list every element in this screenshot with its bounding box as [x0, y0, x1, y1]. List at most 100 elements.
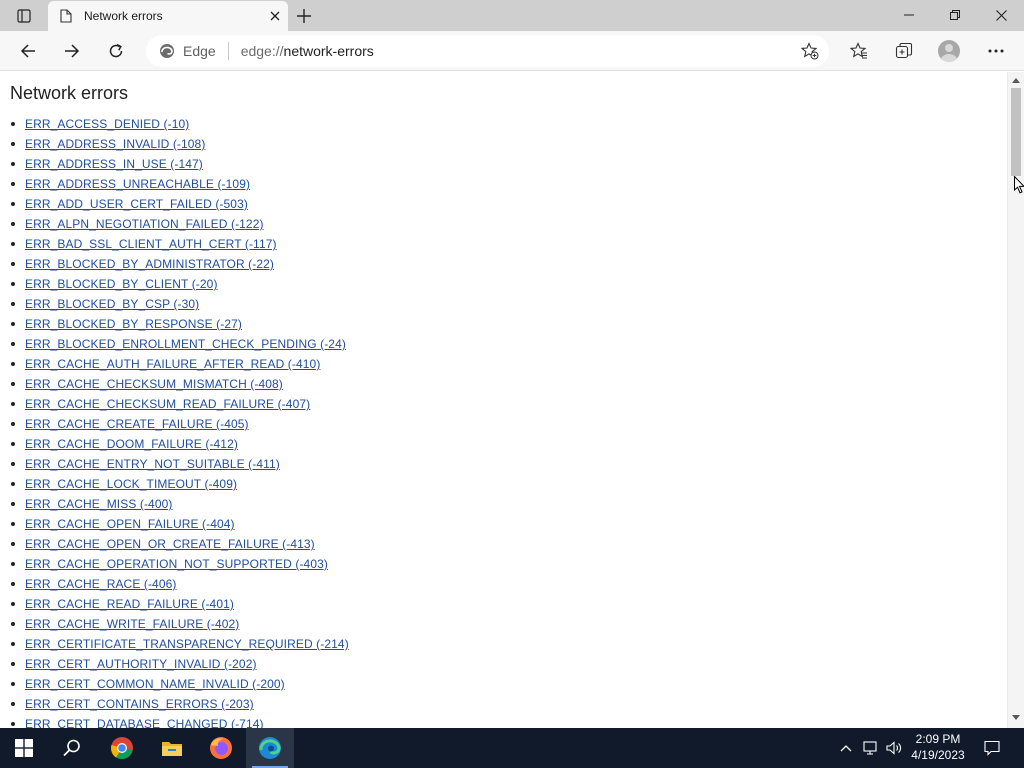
error-link[interactable]: ERR_BLOCKED_BY_RESPONSE (-27)	[25, 317, 242, 331]
show-hidden-icons-button[interactable]	[836, 728, 856, 768]
new-tab-button[interactable]	[290, 3, 318, 29]
notification-icon	[984, 740, 1000, 756]
page-icon	[58, 8, 74, 24]
profile-avatar[interactable]	[938, 40, 960, 62]
vertical-scrollbar[interactable]	[1007, 72, 1024, 728]
restore-icon	[950, 10, 960, 20]
refresh-button[interactable]	[100, 35, 132, 67]
add-favorite-button[interactable]	[795, 36, 825, 66]
error-link[interactable]: ERR_CACHE_MISS (-400)	[25, 497, 172, 511]
favorites-icon	[850, 42, 867, 59]
list-item: ERR_CACHE_OPEN_FAILURE (-404)	[10, 516, 349, 536]
error-link[interactable]: ERR_CACHE_OPEN_FAILURE (-404)	[25, 517, 235, 531]
taskbar-search-button[interactable]	[48, 728, 96, 768]
list-item: ERR_CACHE_AUTH_FAILURE_AFTER_READ (-410)	[10, 356, 349, 376]
tab-actions-icon	[17, 9, 31, 23]
close-window-button[interactable]	[978, 0, 1024, 30]
error-link[interactable]: ERR_BLOCKED_ENROLLMENT_CHECK_PENDING (-2…	[25, 337, 346, 351]
error-link[interactable]: ERR_ADDRESS_UNREACHABLE (-109)	[25, 177, 250, 191]
error-link[interactable]: ERR_CACHE_OPERATION_NOT_SUPPORTED (-403)	[25, 557, 328, 571]
file-explorer-icon	[162, 742, 182, 756]
error-link[interactable]: ERR_CACHE_DOOM_FAILURE (-412)	[25, 437, 238, 451]
error-link[interactable]: ERR_BLOCKED_BY_CLIENT (-20)	[25, 277, 218, 291]
error-link[interactable]: ERR_BLOCKED_BY_ADMINISTRATOR (-22)	[25, 257, 274, 271]
list-item: ERR_CACHE_READ_FAILURE (-401)	[10, 596, 349, 616]
collections-button[interactable]	[888, 35, 920, 67]
list-item: ERR_ACCESS_DENIED (-10)	[10, 116, 349, 136]
notifications-button[interactable]	[980, 728, 1004, 768]
list-item: ERR_CACHE_ENTRY_NOT_SUITABLE (-411)	[10, 456, 349, 476]
error-link[interactable]: ERR_CACHE_ENTRY_NOT_SUITABLE (-411)	[25, 457, 280, 471]
taskbar-file-explorer[interactable]	[148, 728, 196, 768]
list-item: ERR_BLOCKED_BY_CSP (-30)	[10, 296, 349, 316]
taskbar-edge[interactable]	[246, 728, 294, 768]
error-link[interactable]: ERR_CACHE_CHECKSUM_MISMATCH (-408)	[25, 377, 283, 391]
clock-time: 2:09 PM	[915, 732, 961, 746]
tab-network-errors[interactable]: Network errors	[48, 1, 288, 31]
list-item: ERR_BLOCKED_BY_RESPONSE (-27)	[10, 316, 349, 336]
error-link[interactable]: ERR_ADD_USER_CERT_FAILED (-503)	[25, 197, 248, 211]
page-title: Network errors	[10, 83, 129, 103]
error-link[interactable]: ERR_CACHE_WRITE_FAILURE (-402)	[25, 617, 239, 631]
error-link[interactable]: ERR_CACHE_CREATE_FAILURE (-405)	[25, 417, 249, 431]
scroll-up-arrow-icon[interactable]	[1012, 76, 1020, 84]
error-link[interactable]: ERR_CERT_CONTAINS_ERRORS (-203)	[25, 697, 254, 711]
error-link[interactable]: ERR_CACHE_CHECKSUM_READ_FAILURE (-407)	[25, 397, 310, 411]
error-link[interactable]: ERR_BAD_SSL_CLIENT_AUTH_CERT (-117)	[25, 237, 277, 251]
address-separator	[227, 42, 229, 60]
list-item: ERR_CACHE_MISS (-400)	[10, 496, 349, 516]
scroll-down-arrow-icon[interactable]	[1012, 714, 1020, 722]
error-link[interactable]: ERR_ADDRESS_IN_USE (-147)	[25, 157, 203, 171]
network-tray-button[interactable]	[860, 728, 882, 768]
close-tab-icon[interactable]	[262, 3, 288, 29]
address-edge-label: Edge	[183, 43, 216, 59]
error-link[interactable]: ERR_CERT_DATABASE_CHANGED (-714)	[25, 717, 264, 728]
error-link[interactable]: ERR_CACHE_LOCK_TIMEOUT (-409)	[25, 477, 237, 491]
list-item: ERR_BAD_SSL_CLIENT_AUTH_CERT (-117)	[10, 236, 349, 256]
restore-button[interactable]	[932, 0, 978, 30]
address-bar[interactable]: Edge edge://network-errors	[146, 35, 829, 67]
list-item: ERR_CERT_CONTAINS_ERRORS (-203)	[10, 696, 349, 716]
taskbar-chrome[interactable]	[98, 728, 146, 768]
error-link[interactable]: ERR_ACCESS_DENIED (-10)	[25, 117, 189, 131]
error-link[interactable]: ERR_CERT_COMMON_NAME_INVALID (-200)	[25, 677, 285, 691]
settings-menu-button[interactable]	[980, 35, 1012, 67]
taskbar-clock[interactable]: 2:09 PM 4/19/2023	[902, 731, 974, 763]
url-scheme: edge://	[240, 43, 284, 59]
url-text[interactable]: edge://network-errors	[241, 43, 795, 59]
list-item: ERR_BLOCKED_ENROLLMENT_CHECK_PENDING (-2…	[10, 336, 349, 356]
forward-button[interactable]	[56, 35, 88, 67]
list-item: ERR_CERTIFICATE_TRANSPARENCY_REQUIRED (-…	[10, 636, 349, 656]
error-link[interactable]: ERR_CERT_AUTHORITY_INVALID (-202)	[25, 657, 257, 671]
volume-tray-button[interactable]	[884, 728, 904, 768]
speaker-icon	[886, 741, 901, 755]
start-button[interactable]	[0, 728, 48, 768]
list-item: ERR_CACHE_CHECKSUM_READ_FAILURE (-407)	[10, 396, 349, 416]
chrome-icon	[110, 737, 133, 760]
list-item: ERR_CACHE_WRITE_FAILURE (-402)	[10, 616, 349, 636]
error-link[interactable]: ERR_CACHE_READ_FAILURE (-401)	[25, 597, 234, 611]
list-item: ERR_ADD_USER_CERT_FAILED (-503)	[10, 196, 349, 216]
list-item: ERR_BLOCKED_BY_ADMINISTRATOR (-22)	[10, 256, 349, 276]
tab-actions-button[interactable]	[8, 5, 40, 27]
error-link[interactable]: ERR_ADDRESS_INVALID (-108)	[25, 137, 205, 151]
minimize-button[interactable]	[886, 0, 932, 30]
list-item: ERR_CERT_AUTHORITY_INVALID (-202)	[10, 656, 349, 676]
scrollbar-thumb[interactable]	[1011, 88, 1021, 176]
collections-icon	[895, 42, 913, 59]
taskbar-firefox[interactable]	[197, 728, 245, 768]
tab-strip: Network errors	[0, 0, 1024, 31]
error-link[interactable]: ERR_CACHE_RACE (-406)	[25, 577, 176, 591]
error-link[interactable]: ERR_CERTIFICATE_TRANSPARENCY_REQUIRED (-…	[25, 637, 349, 651]
list-item: ERR_CACHE_LOCK_TIMEOUT (-409)	[10, 476, 349, 496]
back-button[interactable]	[12, 35, 44, 67]
edge-logo-icon	[158, 42, 176, 60]
error-link[interactable]: ERR_BLOCKED_BY_CSP (-30)	[25, 297, 199, 311]
forward-arrow-icon	[65, 44, 80, 58]
network-error-list: ERR_ACCESS_DENIED (-10) ERR_ADDRESS_INVAL…	[10, 116, 349, 728]
error-link[interactable]: ERR_CACHE_AUTH_FAILURE_AFTER_READ (-410)	[25, 357, 320, 371]
list-item: ERR_CACHE_CREATE_FAILURE (-405)	[10, 416, 349, 436]
error-link[interactable]: ERR_ALPN_NEGOTIATION_FAILED (-122)	[25, 217, 264, 231]
error-link[interactable]: ERR_CACHE_OPEN_OR_CREATE_FAILURE (-413)	[25, 537, 315, 551]
favorites-button[interactable]	[843, 35, 875, 67]
